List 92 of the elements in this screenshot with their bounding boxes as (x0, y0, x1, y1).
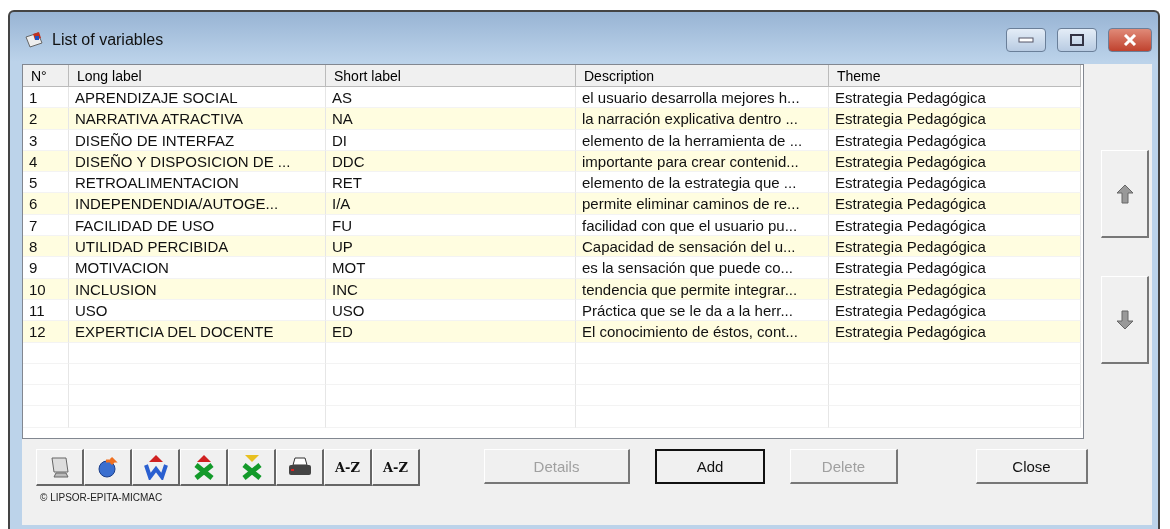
table-cell: 4 (23, 150, 69, 173)
minimize-button[interactable] (1006, 28, 1046, 52)
table-cell: 1 (23, 87, 69, 109)
table-cell: la narración explicativa dentro ... (576, 108, 829, 130)
sort-button[interactable]: A-Z (372, 449, 420, 486)
table-cell: INDEPENDENDIA/AUTOGE... (69, 193, 326, 215)
table-cell: 3 (23, 129, 69, 151)
table-cell: MOTIVACION (69, 257, 326, 279)
table-cell: FACILIDAD DE USO (69, 214, 326, 237)
table-cell: NA (326, 108, 576, 130)
table-cell: Estrategia Pedagógica (829, 172, 1081, 194)
close-window-button[interactable] (1108, 28, 1152, 52)
table-cell: DISEÑO Y DISPOSICION DE ... (69, 150, 326, 173)
table-cell: Estrategia Pedagógica (829, 129, 1081, 151)
table-cell: UTILIDAD PERCIBIDA (69, 236, 326, 258)
table-cell: APRENDIZAJE SOCIAL (69, 87, 326, 109)
table-cell: INCLUSION (69, 278, 326, 300)
column-header[interactable]: Short label (326, 65, 576, 87)
table-cell: facilidad con que el usuario pu... (576, 214, 829, 237)
table-cell: RETROALIMENTACION (69, 172, 326, 194)
table-cell: es la sensación que puede co... (576, 257, 829, 279)
table-cell: UP (326, 236, 576, 258)
table-cell: el usuario desarrolla mejores h... (576, 87, 829, 109)
table-cell: ED (326, 321, 576, 343)
table-cell: 5 (23, 172, 69, 194)
table-cell: USO (69, 299, 326, 322)
table-cell: INC (326, 278, 576, 300)
table-cell: 9 (23, 257, 69, 279)
w-letter-icon (143, 454, 168, 480)
table-cell: Práctica que se le da a la herr... (576, 299, 829, 322)
up-arrow-icon (1115, 183, 1134, 204)
table-cell: EXPERTICIA DEL DOCENTE (69, 321, 326, 343)
down-arrow-icon (1115, 309, 1134, 330)
table-cell: 2 (23, 108, 69, 130)
move-down-button[interactable] (1101, 276, 1149, 364)
printer-icon (286, 456, 313, 478)
copyright-text: © LIPSOR-EPITA-MICMAC (39, 492, 164, 503)
table-cell: DISEÑO DE INTERFAZ (69, 129, 326, 151)
table-cell: permite eliminar caminos de re... (576, 193, 829, 215)
toolbar-button[interactable] (276, 449, 324, 486)
table-cell: USO (326, 299, 576, 322)
minimize-icon (1018, 36, 1034, 44)
table-cell: tendencia que permite integrar... (576, 278, 829, 300)
table-cell: 12 (23, 321, 69, 343)
toolbar-button[interactable] (84, 449, 132, 486)
table-cell: Estrategia Pedagógica (829, 108, 1081, 130)
toolbar-button[interactable] (36, 449, 84, 486)
table-cell: 8 (23, 236, 69, 258)
table-cell: DDC (326, 150, 576, 173)
window-app-icon (24, 31, 44, 49)
sort-button[interactable]: A-Z (324, 449, 372, 486)
refresh-icon (95, 455, 120, 479)
table-cell: El conocimiento de éstos, cont... (576, 321, 829, 343)
column-header[interactable]: N° (23, 65, 69, 87)
table-cell: FU (326, 214, 576, 237)
table-cell: 7 (23, 214, 69, 237)
window-title: List of variables (52, 31, 165, 49)
table-cell: Estrategia Pedagógica (829, 257, 1081, 279)
dialog-button[interactable]: Add (655, 449, 765, 484)
maximize-button[interactable] (1057, 28, 1097, 52)
toolbar-button[interactable] (228, 449, 276, 486)
table-cell: elemento de la herramienta de ... (576, 129, 829, 151)
column-header[interactable]: Long label (69, 65, 326, 87)
table-cell: Estrategia Pedagógica (829, 214, 1081, 237)
maximize-icon (1070, 34, 1084, 46)
column-header[interactable]: Theme (829, 65, 1081, 87)
table-cell: Capacidad de sensación del u... (576, 236, 829, 258)
table-cell: NARRATIVA ATRACTIVA (69, 108, 326, 130)
table-cell: Estrategia Pedagógica (829, 236, 1081, 258)
table-cell: Estrategia Pedagógica (829, 299, 1081, 322)
table-cell: DI (326, 129, 576, 151)
column-header[interactable]: Description (576, 65, 829, 87)
table-cell: RET (326, 172, 576, 194)
close-icon (1123, 34, 1137, 46)
table-cell: Estrategia Pedagógica (829, 321, 1081, 343)
toolbar-button[interactable] (132, 449, 180, 486)
table-cell: Estrategia Pedagógica (829, 278, 1081, 300)
table-cell: Estrategia Pedagógica (829, 87, 1081, 109)
table-cell: I/A (326, 193, 576, 215)
table-cell: 11 (23, 299, 69, 322)
table-cell: AS (326, 87, 576, 109)
table-cell: 6 (23, 193, 69, 215)
table-cell: MOT (326, 257, 576, 279)
table-cell: Estrategia Pedagógica (829, 150, 1081, 173)
table-cell: importante para crear contenid... (576, 150, 829, 173)
monitor-icon (48, 455, 71, 479)
move-up-button[interactable] (1101, 150, 1149, 238)
toolbar-button[interactable] (180, 449, 228, 486)
dialog-button[interactable]: Close (976, 449, 1088, 484)
table-cell: 10 (23, 278, 69, 300)
table-cell: elemento de la estrategia que ... (576, 172, 829, 194)
table-cell: Estrategia Pedagógica (829, 193, 1081, 215)
